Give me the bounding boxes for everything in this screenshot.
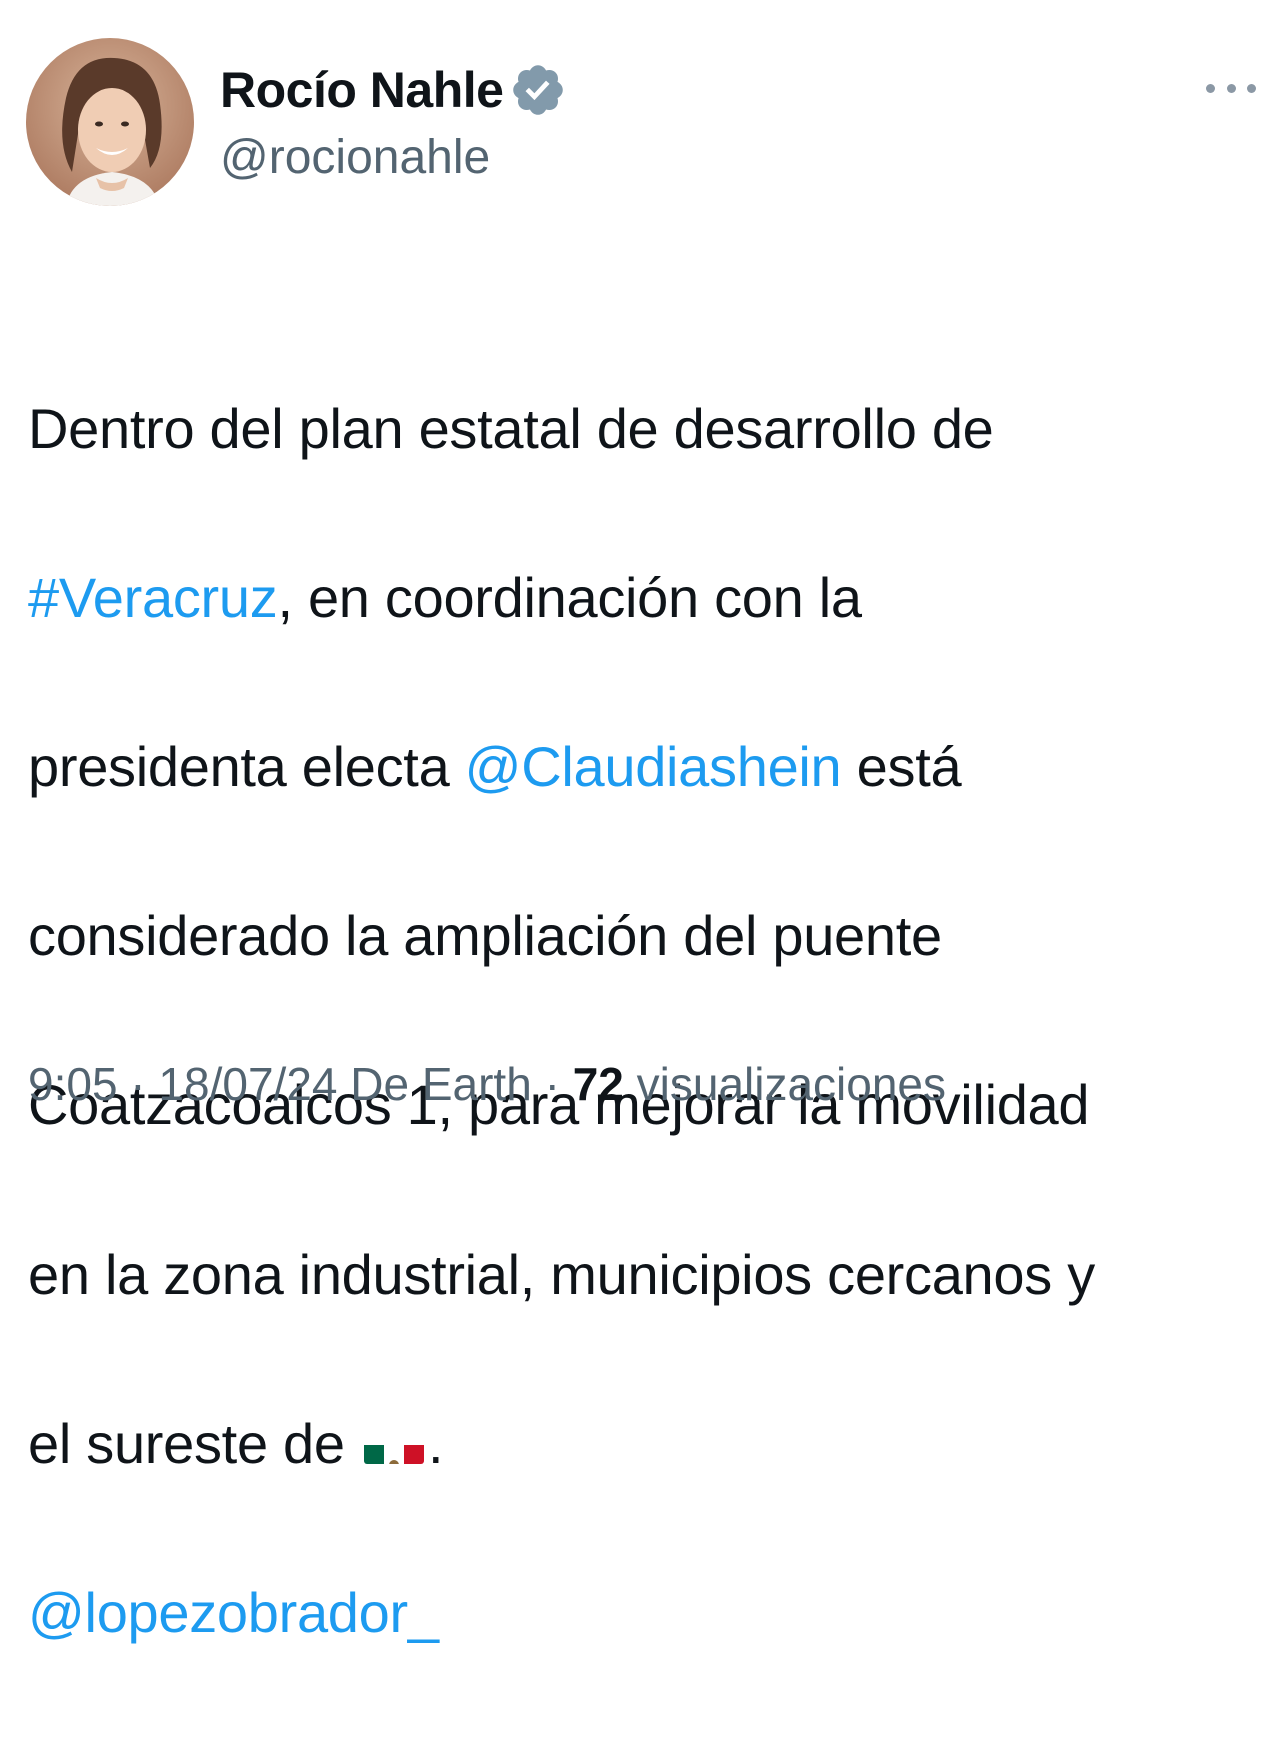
more-options-button[interactable] (1206, 72, 1256, 104)
tweet-line: el sureste de . (28, 1402, 1268, 1487)
tweet-line: Dentro del plan estatal de desarrollo de (28, 396, 994, 460)
mention-link[interactable]: @lopezobrador_ (28, 1581, 439, 1644)
tweet-date[interactable]: 18/07/24 (158, 1058, 337, 1110)
views-label: visualizaciones (623, 1058, 947, 1110)
more-dot-icon (1247, 83, 1256, 93)
views-count[interactable]: 72 (573, 1058, 624, 1110)
tweet-source: De Earth (337, 1058, 532, 1110)
tweet-card: Rocío Nahle @rocionahle Dentro del plan … (0, 0, 1284, 1644)
more-dot-icon (1206, 83, 1215, 93)
mention-link[interactable]: @Claudiashein (465, 735, 842, 798)
avatar[interactable] (26, 38, 194, 206)
tweet-time[interactable]: 9:05 (28, 1058, 118, 1110)
tweet-line: presidenta electa @Claudiashein está (28, 734, 962, 798)
tweet-text: Dentro del plan estatal de desarrollo de… (28, 302, 1268, 1740)
tweet-line: considerado la ampliación del puente (28, 904, 942, 968)
author-row: Rocío Nahle (220, 58, 567, 122)
avatar-image (26, 38, 194, 206)
tweet-line: @lopezobrador_ (28, 1571, 1268, 1656)
author-handle[interactable]: @rocionahle (220, 128, 490, 188)
tweet-line: #Veracruz, en coordinación con la (28, 565, 862, 629)
verified-badge-icon (509, 61, 567, 119)
more-dot-icon (1226, 83, 1236, 93)
mexico-flag-icon (364, 1424, 424, 1464)
display-name[interactable]: Rocío Nahle (220, 58, 504, 122)
hashtag-link[interactable]: #Veracruz (28, 566, 278, 629)
tweet-line: en la zona industrial, municipios cercan… (28, 1242, 1095, 1306)
tweet-meta: 9:05 · 18/07/24 De Earth · 72 visualizac… (28, 1058, 947, 1110)
